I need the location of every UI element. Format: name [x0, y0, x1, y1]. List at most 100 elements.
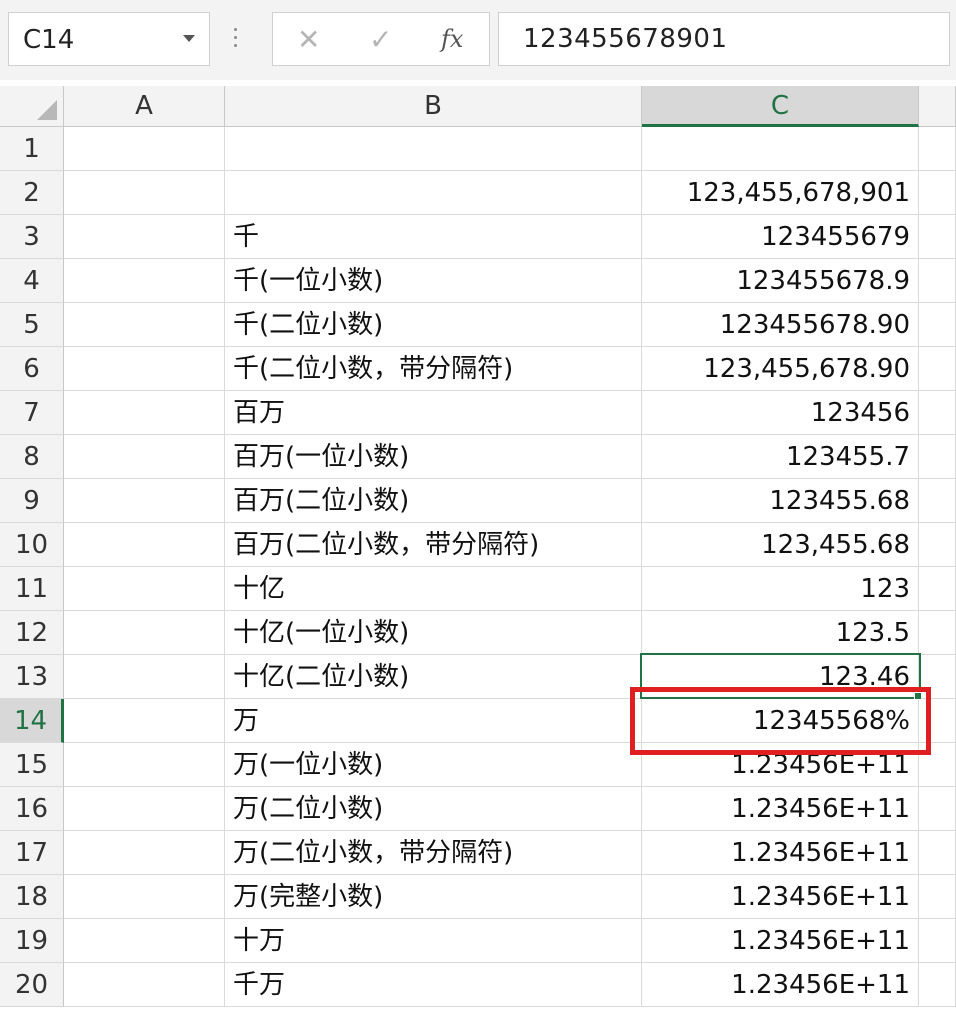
cell-a[interactable]: [64, 435, 225, 479]
cell-b[interactable]: 千(二位小数，带分隔符): [225, 347, 642, 391]
cell-c[interactable]: 1.23456E+11: [642, 831, 919, 875]
formula-input[interactable]: 123455678901: [498, 12, 950, 66]
cell-c[interactable]: 1.23456E+11: [642, 787, 919, 831]
column-header-d[interactable]: [919, 86, 956, 126]
cell-d[interactable]: [919, 611, 956, 655]
row-header[interactable]: 14: [0, 699, 64, 743]
cell-d[interactable]: [919, 523, 956, 567]
cell-b[interactable]: 十万: [225, 919, 642, 963]
name-box[interactable]: C14: [8, 12, 210, 66]
cell-c[interactable]: 123455.7: [642, 435, 919, 479]
cell-d[interactable]: [919, 127, 956, 171]
row-header[interactable]: 2: [0, 171, 64, 215]
cell-d[interactable]: [919, 831, 956, 875]
row-header[interactable]: 7: [0, 391, 64, 435]
row-header[interactable]: 18: [0, 875, 64, 919]
cell-d[interactable]: [919, 787, 956, 831]
cell-a[interactable]: [64, 523, 225, 567]
row-header[interactable]: 8: [0, 435, 64, 479]
check-icon[interactable]: ✓: [369, 23, 392, 56]
row-header[interactable]: 9: [0, 479, 64, 523]
cell-b[interactable]: 万(完整小数): [225, 875, 642, 919]
cell-d[interactable]: [919, 919, 956, 963]
cell-a[interactable]: [64, 919, 225, 963]
cell-c[interactable]: 123455678.9: [642, 259, 919, 303]
row-header[interactable]: 20: [0, 963, 64, 1007]
cell-d[interactable]: [919, 875, 956, 919]
cell-d[interactable]: [919, 347, 956, 391]
cell-c[interactable]: 1.23456E+11: [642, 919, 919, 963]
cell-d[interactable]: [919, 171, 956, 215]
cell-a[interactable]: [64, 479, 225, 523]
cell-a[interactable]: [64, 259, 225, 303]
row-header[interactable]: 12: [0, 611, 64, 655]
cell-b[interactable]: [225, 171, 642, 215]
cell-b[interactable]: 万: [225, 699, 642, 743]
cell-c[interactable]: 123,455,678,901: [642, 171, 919, 215]
row-header[interactable]: 17: [0, 831, 64, 875]
cell-a[interactable]: [64, 215, 225, 259]
close-icon[interactable]: ✕: [297, 23, 320, 56]
cell-b[interactable]: 万(二位小数，带分隔符): [225, 831, 642, 875]
row-header[interactable]: 13: [0, 655, 64, 699]
cell-c[interactable]: 123.5: [642, 611, 919, 655]
cell-a[interactable]: [64, 611, 225, 655]
cell-a[interactable]: [64, 347, 225, 391]
column-header-a[interactable]: A: [64, 86, 225, 126]
cell-d[interactable]: [919, 303, 956, 347]
row-header[interactable]: 15: [0, 743, 64, 787]
cell-a[interactable]: [64, 171, 225, 215]
cell-d[interactable]: [919, 215, 956, 259]
cell-b[interactable]: 十亿(二位小数): [225, 655, 642, 699]
cell-c[interactable]: 1.23456E+11: [642, 875, 919, 919]
active-cell[interactable]: 12345568%: [642, 699, 919, 743]
cell-b[interactable]: 千万: [225, 963, 642, 1007]
cell-a[interactable]: [64, 699, 225, 743]
cell-d[interactable]: [919, 743, 956, 787]
cell-a[interactable]: [64, 655, 225, 699]
cell-a[interactable]: [64, 963, 225, 1007]
cell-b[interactable]: 百万(二位小数): [225, 479, 642, 523]
row-header[interactable]: 6: [0, 347, 64, 391]
cell-a[interactable]: [64, 787, 225, 831]
row-header[interactable]: 11: [0, 567, 64, 611]
cell-c[interactable]: 123455679: [642, 215, 919, 259]
cell-c[interactable]: 123455678.90: [642, 303, 919, 347]
cell-a[interactable]: [64, 391, 225, 435]
cell-b[interactable]: [225, 127, 642, 171]
cell-c[interactable]: 1.23456E+11: [642, 963, 919, 1007]
cell-c[interactable]: 123: [642, 567, 919, 611]
cell-d[interactable]: [919, 259, 956, 303]
cell-c[interactable]: 123,455,678.90: [642, 347, 919, 391]
cell-c[interactable]: 123,455.68: [642, 523, 919, 567]
more-options-icon[interactable]: [234, 28, 238, 52]
row-header[interactable]: 19: [0, 919, 64, 963]
cell-b[interactable]: 万(一位小数): [225, 743, 642, 787]
cell-d[interactable]: [919, 435, 956, 479]
cell-b[interactable]: 百万(一位小数): [225, 435, 642, 479]
cell-a[interactable]: [64, 875, 225, 919]
insert-function-icon[interactable]: fx: [441, 25, 463, 53]
cell-b[interactable]: 十亿(一位小数): [225, 611, 642, 655]
cell-d[interactable]: [919, 391, 956, 435]
cell-d[interactable]: [919, 655, 956, 699]
cell-a[interactable]: [64, 743, 225, 787]
cell-b[interactable]: 百万: [225, 391, 642, 435]
cell-b[interactable]: 千(二位小数): [225, 303, 642, 347]
column-header-b[interactable]: B: [225, 86, 642, 126]
cell-a[interactable]: [64, 567, 225, 611]
cell-b[interactable]: 十亿: [225, 567, 642, 611]
cell-c[interactable]: 1.23456E+11: [642, 743, 919, 787]
cell-b[interactable]: 万(二位小数): [225, 787, 642, 831]
cell-d[interactable]: [919, 963, 956, 1007]
column-header-c[interactable]: C: [642, 86, 919, 127]
cell-a[interactable]: [64, 303, 225, 347]
row-header[interactable]: 10: [0, 523, 64, 567]
cell-c[interactable]: [642, 127, 919, 171]
cell-b[interactable]: 百万(二位小数，带分隔符): [225, 523, 642, 567]
fill-handle[interactable]: [914, 692, 922, 700]
cell-c[interactable]: 123456: [642, 391, 919, 435]
cell-d[interactable]: [919, 699, 956, 743]
cell-a[interactable]: [64, 831, 225, 875]
cell-c[interactable]: 123.46: [642, 655, 919, 699]
